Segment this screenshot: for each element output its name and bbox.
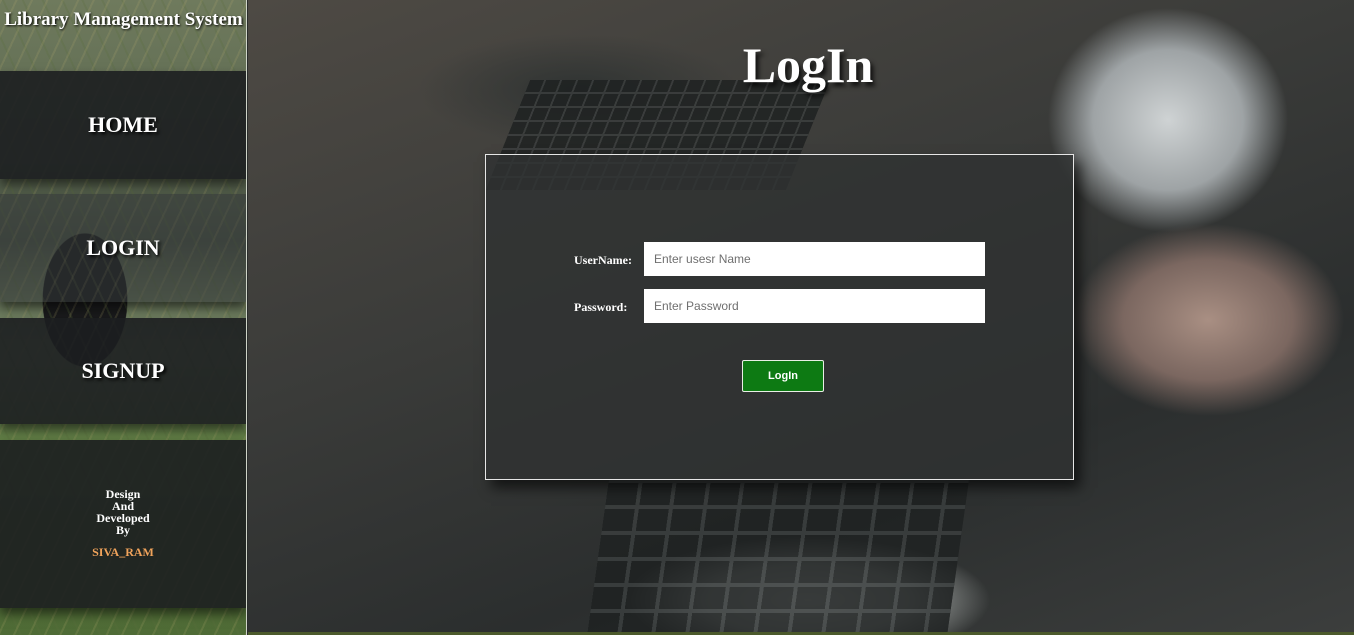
credits-panel: Design And Developed By SIVA_RAM [0, 440, 246, 608]
credits-author: SIVA_RAM [92, 545, 154, 559]
nav-home-label: HOME [88, 112, 158, 137]
nav-signup-label: SIGNUP [81, 358, 165, 383]
password-input[interactable] [644, 289, 985, 323]
nav-signup[interactable]: SIGNUP [0, 318, 246, 424]
credits-line: By [115, 523, 130, 537]
sidebar: Library Management System HOME LOGIN SIG… [0, 0, 247, 635]
login-button[interactable]: LogIn [742, 360, 824, 392]
main-area: LogIn UserName: Password: LogIn [248, 0, 1354, 635]
brand-title: Library Management System [4, 9, 243, 30]
nav-login[interactable]: LOGIN [0, 194, 246, 302]
username-label: UserName: [574, 253, 632, 267]
page-title: LogIn [742, 37, 874, 93]
login-form: UserName: Password: LogIn [485, 154, 1074, 480]
username-input[interactable] [644, 242, 985, 276]
nav-login-label: LOGIN [86, 235, 160, 260]
nav-home[interactable]: HOME [0, 71, 246, 179]
background-keyboard [587, 480, 969, 635]
password-label: Password: [574, 300, 628, 314]
